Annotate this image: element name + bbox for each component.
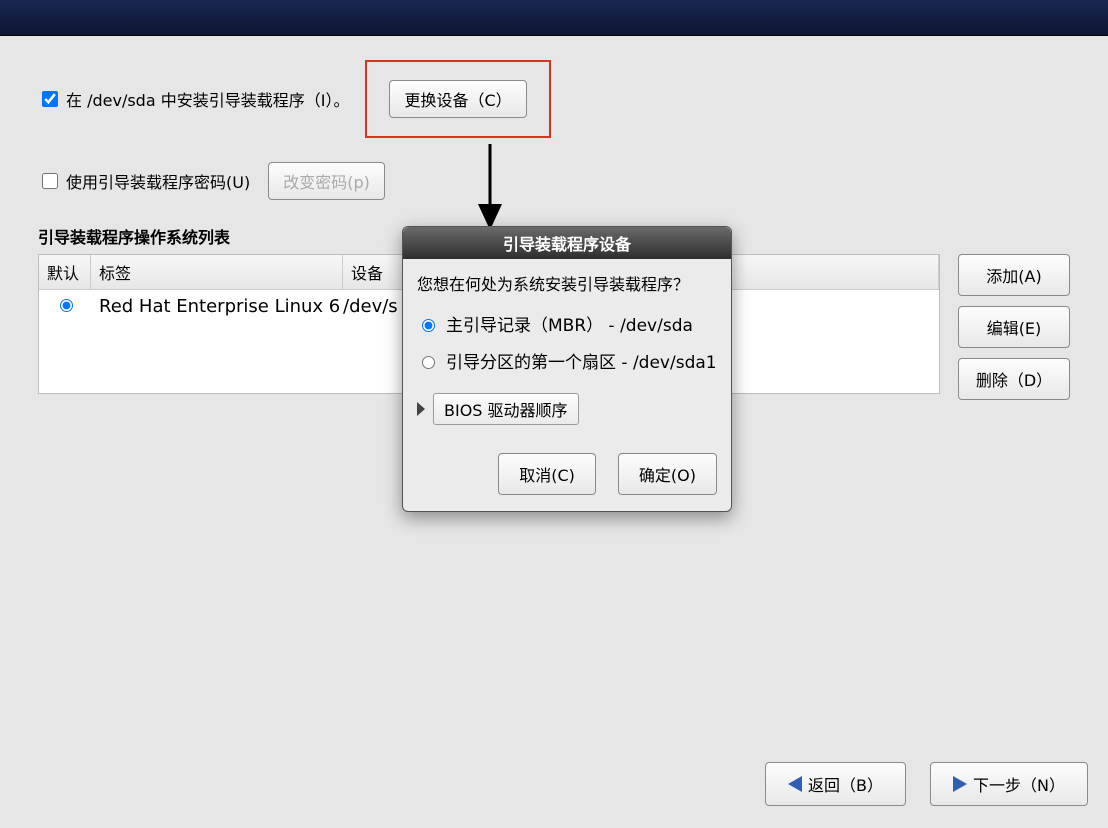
window-header-bar: [0, 0, 1108, 36]
radio-mbr[interactable]: [422, 319, 435, 332]
radio-first-sector[interactable]: [422, 356, 435, 369]
dialog-cancel-button[interactable]: 取消(C): [498, 453, 596, 495]
row-label: Red Hat Enterprise Linux 6: [91, 296, 343, 317]
next-button[interactable]: 下一步（N）: [930, 762, 1088, 806]
edit-button[interactable]: 编辑(E): [958, 306, 1070, 348]
footer-nav: 返回（B） 下一步（N）: [765, 762, 1088, 806]
radio-option-mbr[interactable]: 主引导记录（MBR） - /dev/sda: [417, 305, 717, 342]
change-device-highlight: 更换设备（C）: [365, 60, 550, 138]
back-button-label: 返回（B）: [808, 772, 883, 796]
add-button[interactable]: 添加(A): [958, 254, 1070, 296]
bootloader-password-row: 使用引导装载程序密码(U) 改变密码(p): [38, 162, 1070, 200]
install-bootloader-label: 在 /dev/sda 中安装引导装载程序（I）。: [66, 87, 349, 111]
dialog-title: 引导装载程序设备: [403, 227, 731, 259]
arrow-left-icon: [788, 776, 802, 792]
delete-button[interactable]: 删除（D）: [958, 358, 1070, 400]
dialog-actions: 取消(C) 确定(O): [417, 453, 717, 495]
bios-order-button[interactable]: BIOS 驱动器顺序: [433, 393, 579, 425]
dialog-ok-button[interactable]: 确定(O): [618, 453, 717, 495]
dialog-question: 您想在何处为系统安装引导装载程序？: [417, 271, 717, 295]
use-bootloader-password-checkbox[interactable]: [42, 173, 58, 189]
radio-option-first-sector[interactable]: 引导分区的第一个扇区 - /dev/sda1: [417, 342, 717, 379]
row-default-radio[interactable]: [39, 296, 91, 317]
radio-first-sector-label: 引导分区的第一个扇区 - /dev/sda1: [446, 348, 717, 373]
use-bootloader-password-label: 使用引导装载程序密码(U): [66, 169, 250, 193]
radio-mbr-label: 主引导记录（MBR） - /dev/sda: [446, 311, 693, 336]
change-password-button: 改变密码(p): [268, 162, 385, 200]
side-buttons: 添加(A) 编辑(E) 删除（D）: [958, 254, 1070, 400]
change-device-button[interactable]: 更换设备（C）: [389, 80, 526, 118]
default-os-radio[interactable]: [60, 299, 73, 312]
next-button-label: 下一步（N）: [973, 772, 1065, 796]
install-bootloader-checkbox[interactable]: [42, 91, 58, 107]
bootloader-device-dialog: 引导装载程序设备 您想在何处为系统安装引导装载程序？ 主引导记录（MBR） - …: [402, 226, 732, 512]
expander-arrow-icon: [417, 402, 425, 416]
back-button[interactable]: 返回（B）: [765, 762, 906, 806]
col-label[interactable]: 标签: [91, 255, 343, 289]
bios-order-expander[interactable]: BIOS 驱动器顺序: [417, 393, 717, 425]
arrow-right-icon: [953, 776, 967, 792]
col-default[interactable]: 默认: [39, 255, 91, 289]
dialog-body: 您想在何处为系统安装引导装载程序？ 主引导记录（MBR） - /dev/sda …: [403, 259, 731, 511]
install-bootloader-row: 在 /dev/sda 中安装引导装载程序（I）。 更换设备（C）: [38, 60, 1070, 138]
